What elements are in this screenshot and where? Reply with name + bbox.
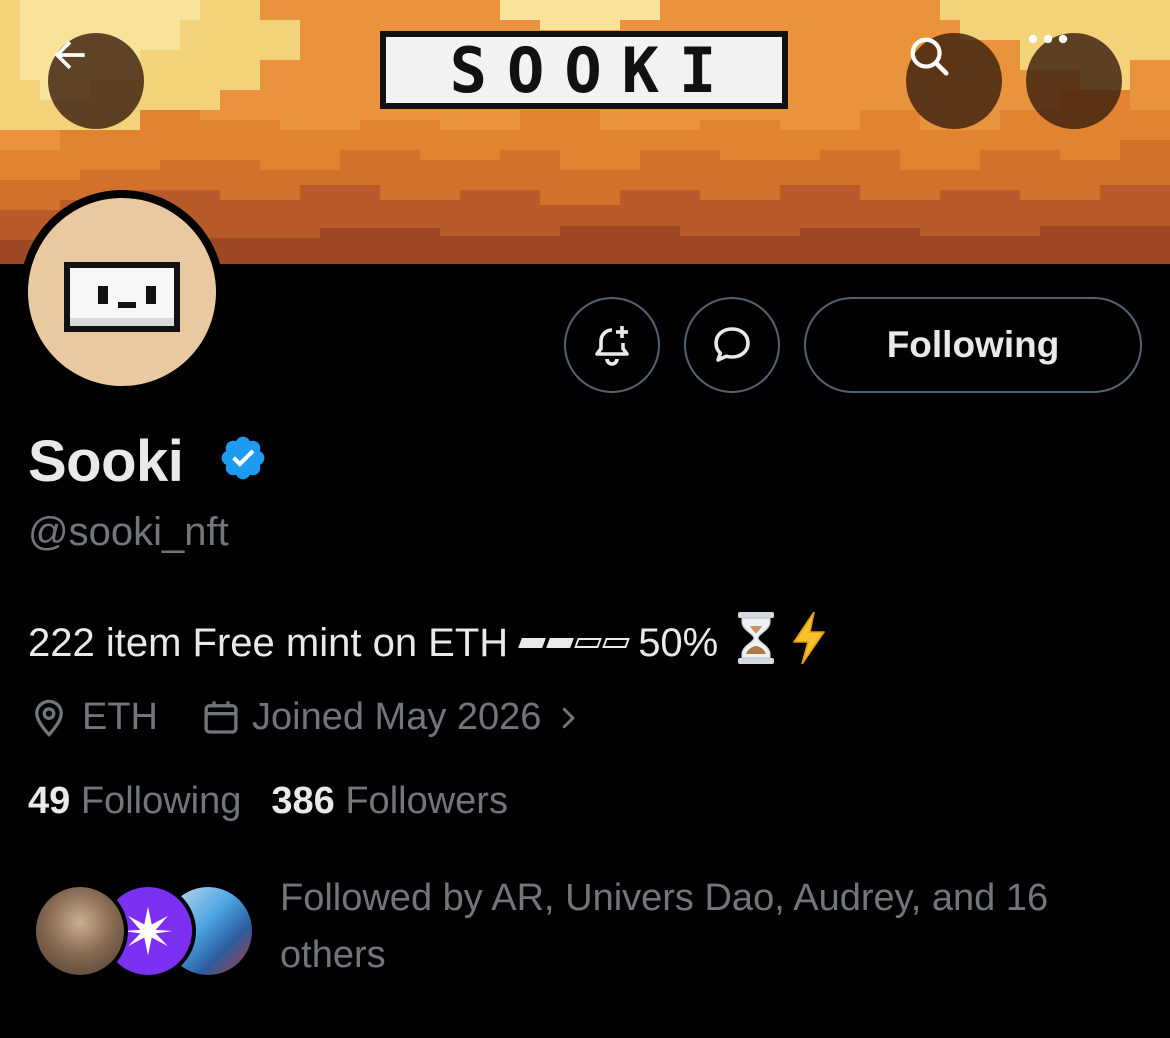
message-bubble-icon: [714, 327, 750, 362]
location-pin-icon: [35, 699, 63, 737]
following-button[interactable]: Following: [804, 297, 1142, 393]
notifications-button[interactable]: [564, 297, 660, 393]
profile-avatar[interactable]: [20, 190, 224, 394]
following-count-link[interactable]: 49 Following: [28, 780, 241, 823]
joined-date-text: Joined May 2026: [252, 696, 542, 738]
username-handle: @sooki_nft: [28, 510, 229, 554]
bell-plus-icon: [595, 326, 629, 366]
followed-by-text[interactable]: Followed by AR, Univers Dao, Audrey, and…: [280, 870, 1120, 984]
bio-progress-percent: 50%: [638, 620, 719, 665]
followers-count-link[interactable]: 386 Followers: [271, 780, 508, 823]
profile-meta: ETH Joined May 2026: [28, 696, 583, 739]
progress-block-filled: [518, 638, 547, 648]
message-button[interactable]: [684, 297, 780, 393]
search-icon: [910, 37, 949, 76]
bio-text: 222 item Free mint on ETH: [28, 620, 509, 665]
follow-stats: 49 Following 386 Followers: [28, 780, 538, 823]
back-button[interactable]: [48, 33, 144, 129]
followers-count: 386: [271, 780, 335, 822]
location-text: ETH: [82, 696, 158, 738]
progress-block-empty: [574, 638, 603, 648]
sparkle-star-icon: [123, 906, 173, 956]
followers-label: Followers: [345, 780, 508, 822]
more-options-button[interactable]: [1026, 33, 1122, 129]
follower-avatar-ar[interactable]: [32, 883, 128, 979]
banner-logo: SOOKI: [380, 31, 788, 109]
joined-date-item[interactable]: Joined May 2026: [200, 696, 583, 739]
profile-bio: 222 item Free mint on ETH 50%: [28, 611, 828, 674]
search-button[interactable]: [906, 33, 1002, 129]
verified-badge-icon[interactable]: [218, 433, 268, 483]
location-item: ETH: [28, 696, 158, 739]
progress-block-empty: [602, 638, 631, 648]
arrow-left-icon: [54, 40, 85, 70]
chevron-right-icon: [563, 707, 575, 728]
bio-progress-blocks: [518, 638, 631, 648]
following-label: Following: [80, 780, 242, 822]
avatar-pixel-face: [64, 262, 180, 332]
calendar-icon: [204, 700, 238, 734]
banner-logo-text: SOOKI: [386, 34, 782, 107]
display-name: Sooki: [28, 429, 184, 494]
hourglass-emoji: [736, 612, 776, 674]
avatar-image: [28, 198, 216, 386]
following-count: 49: [28, 780, 71, 822]
lightning-emoji: [790, 611, 828, 674]
progress-block-filled: [546, 638, 575, 648]
more-horizontal-icon: [1028, 34, 1068, 44]
